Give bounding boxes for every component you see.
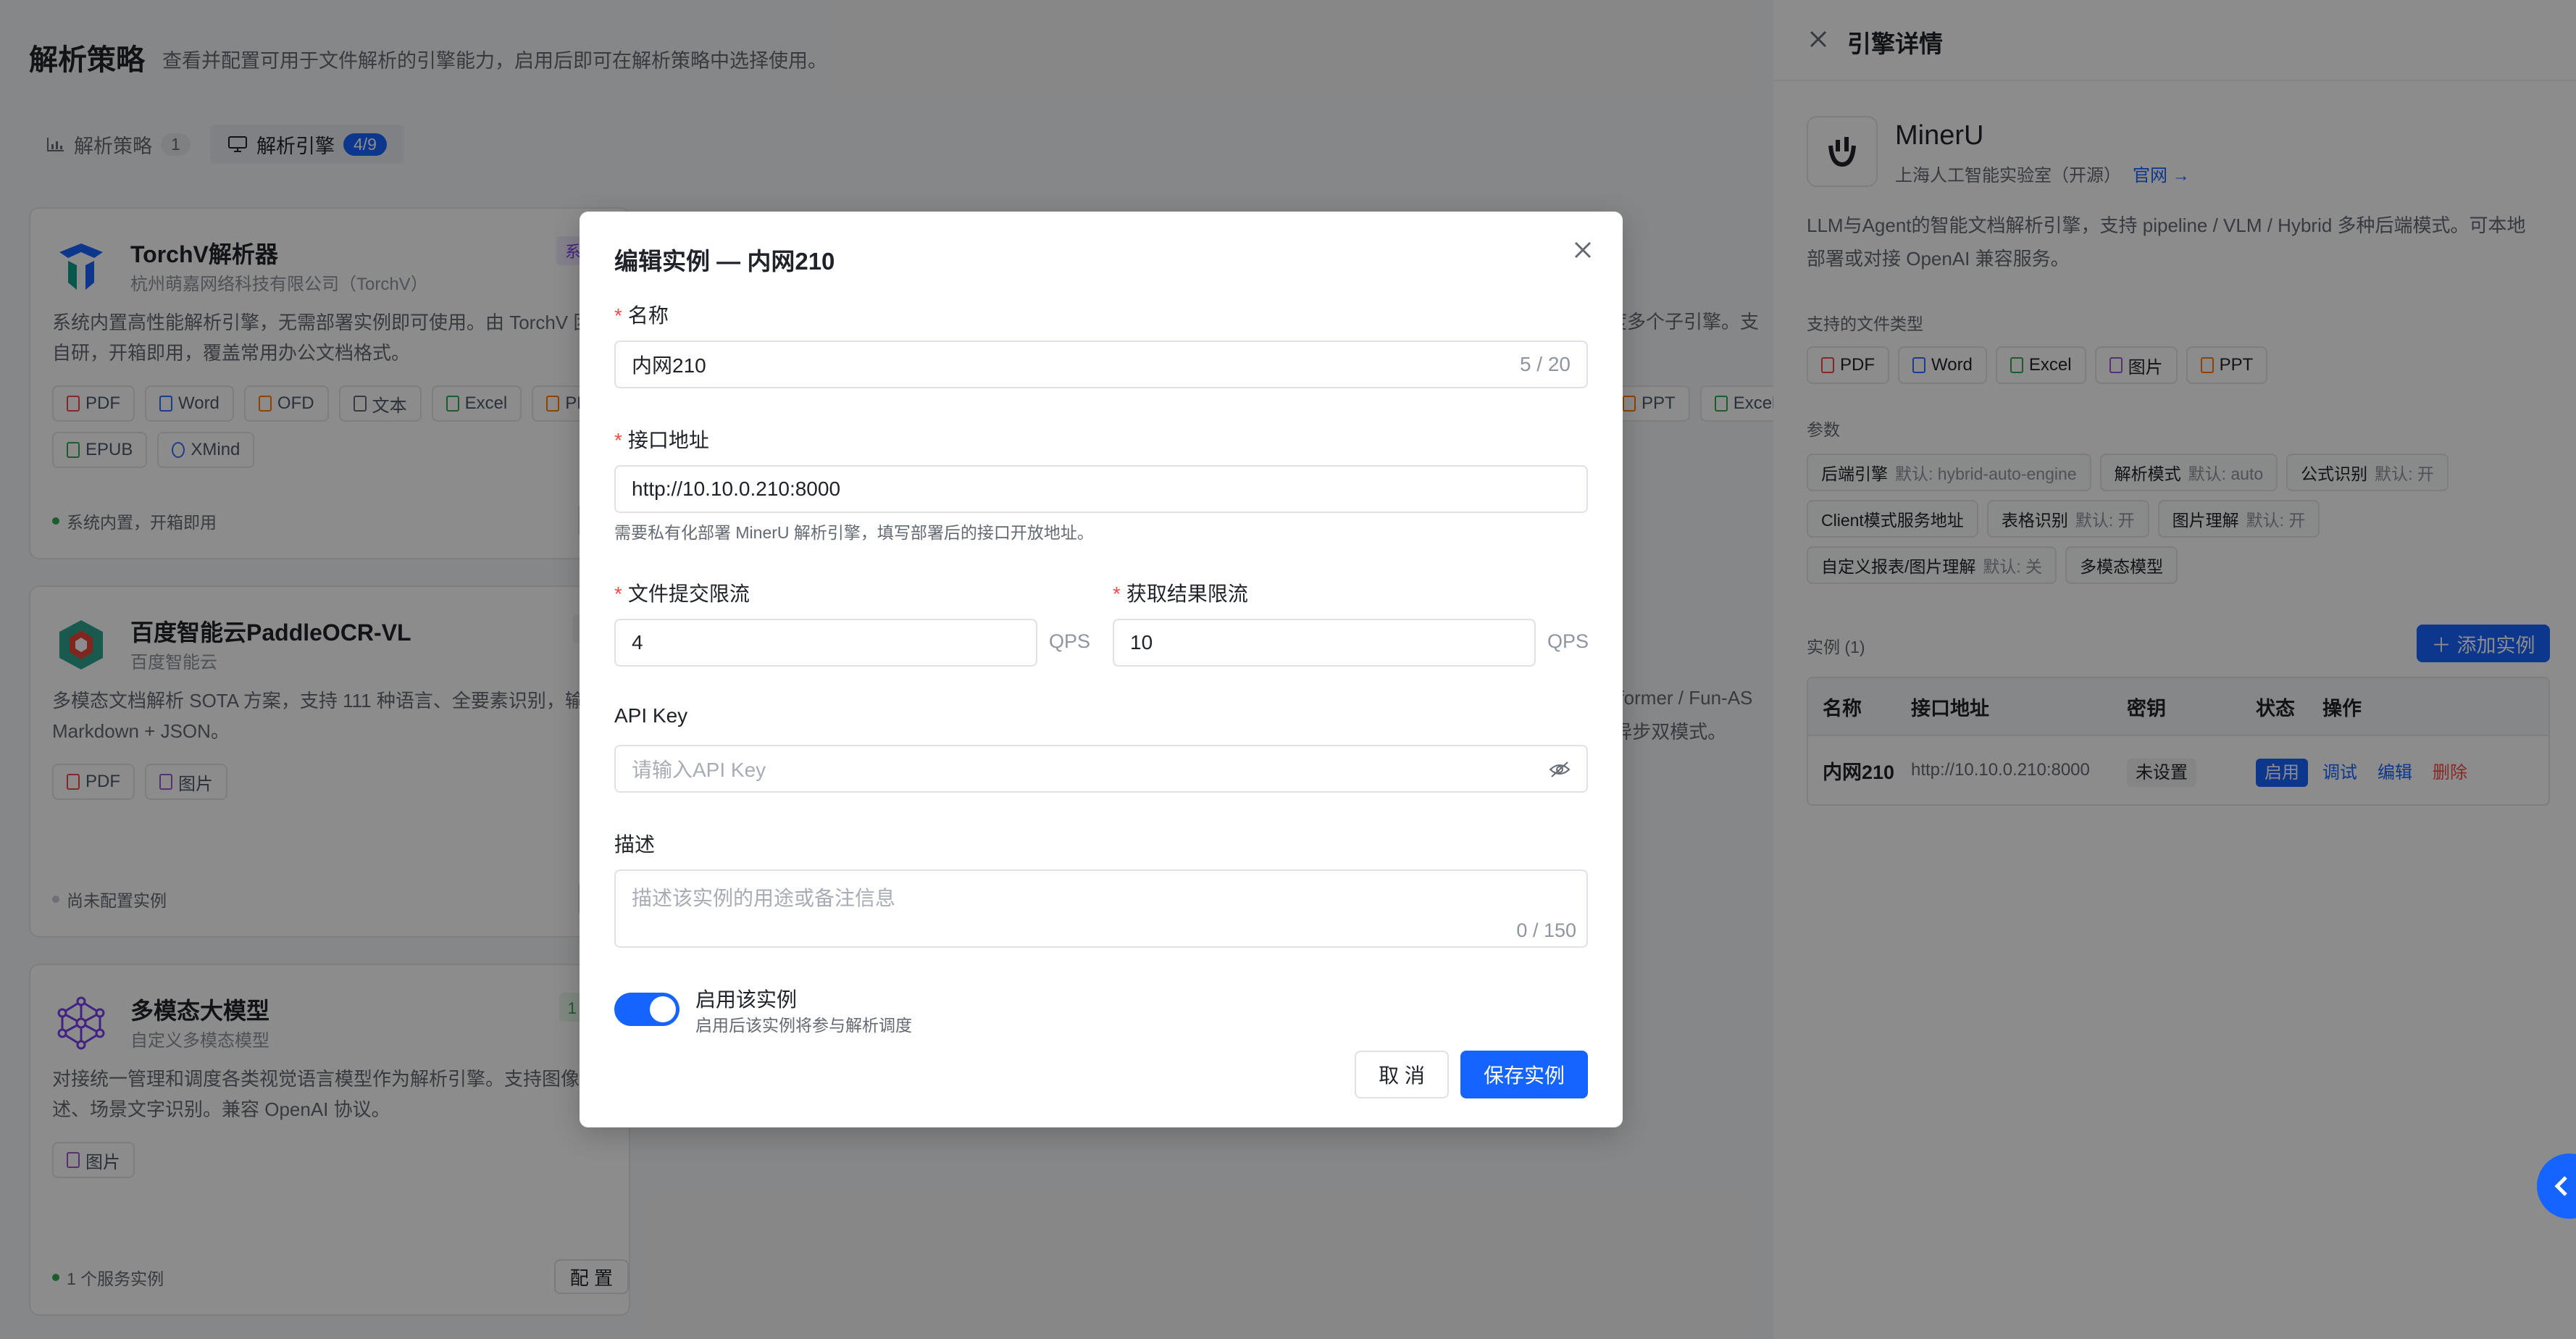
submit-limit-input[interactable]: 4	[614, 619, 1037, 667]
fetch-limit-label: * 获取结果限流	[1113, 583, 1248, 605]
desc-char-count: 0 / 150	[1516, 919, 1576, 941]
endpoint-hint: 需要私有化部署 MinerU 解析引擎，填写部署后的接口开放地址。	[614, 523, 1094, 542]
submit-limit-label: * 文件提交限流	[614, 583, 750, 605]
edit-instance-modal: 编辑实例 — 内网210 * 名称 内网210 5 / 20 * 接口地址 http:…	[580, 212, 1623, 1127]
toggle-knob	[650, 996, 676, 1022]
toggle-label: 启用该实例	[695, 988, 798, 1011]
apikey-label: API Key	[614, 704, 688, 727]
save-instance-button[interactable]: 保存实例	[1460, 1051, 1588, 1098]
desc-textarea[interactable]: 描述该实例的用途或备注信息 0 / 150	[614, 869, 1588, 948]
enable-toggle[interactable]	[614, 993, 679, 1026]
apikey-input[interactable]: 请输入API Key	[614, 745, 1588, 793]
qps-unit: QPS	[1049, 630, 1091, 652]
endpoint-input[interactable]: http://10.10.0.210:8000	[614, 465, 1588, 513]
drawer-dim-overlay	[1773, 0, 2576, 1339]
toggle-description: 启用后该实例将参与解析调度	[695, 1016, 912, 1035]
close-icon[interactable]	[1572, 239, 1594, 261]
desc-label: 描述	[614, 833, 656, 856]
modal-title: 编辑实例 — 内网210	[614, 248, 835, 275]
fetch-limit-input[interactable]: 10	[1113, 619, 1536, 667]
name-input[interactable]: 内网210 5 / 20	[614, 341, 1588, 388]
eye-off-icon[interactable]	[1549, 761, 1571, 778]
chevron-left-icon	[2554, 1176, 2567, 1196]
cancel-button[interactable]: 取 消	[1355, 1051, 1449, 1098]
qps-unit: QPS	[1547, 630, 1589, 652]
name-char-count: 5 / 20	[1519, 353, 1571, 375]
endpoint-label: * 接口地址	[614, 429, 709, 451]
name-label: * 名称	[614, 304, 669, 327]
